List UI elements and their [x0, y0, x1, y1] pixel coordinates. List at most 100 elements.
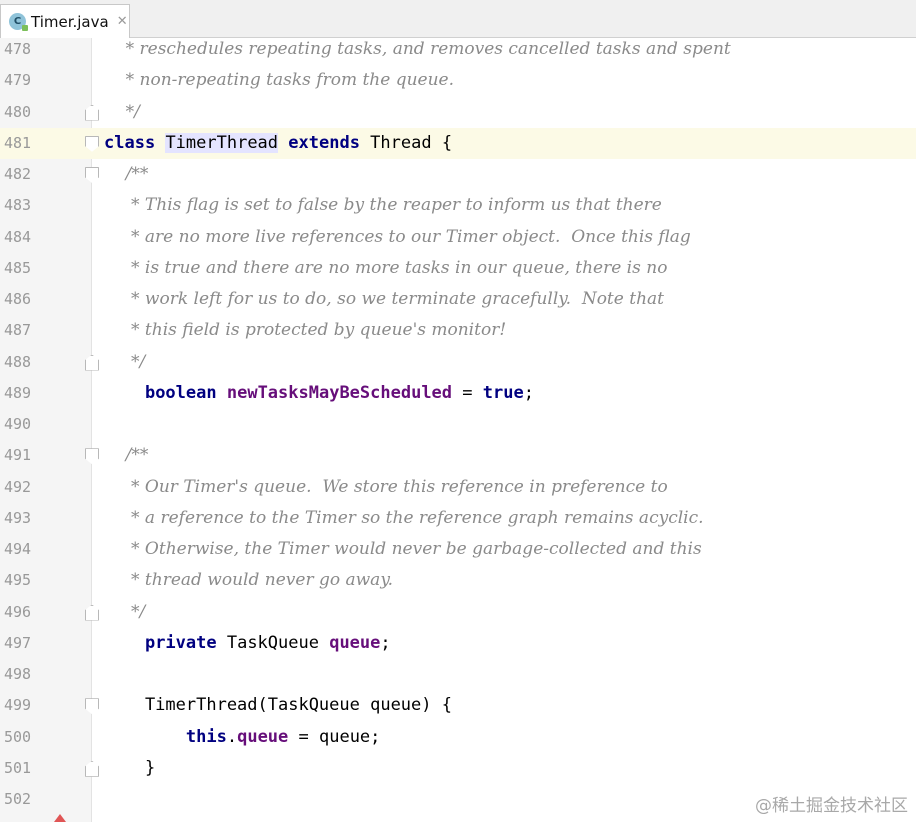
- tab-timer-java[interactable]: C Timer.java ✕: [0, 4, 130, 38]
- keyword: this: [185, 726, 227, 747]
- line-number: 496: [4, 602, 32, 621]
- line-number: 492: [4, 477, 32, 496]
- line-number: 484: [4, 227, 32, 246]
- doc-comment: * this field is protected by queue's mon…: [104, 320, 507, 341]
- keyword: true: [482, 382, 524, 403]
- line-number: 485: [4, 258, 32, 277]
- code-line[interactable]: 493 * a reference to the Timer so the re…: [0, 503, 916, 534]
- line-number: 479: [4, 71, 32, 90]
- code-line[interactable]: 501 }: [0, 753, 916, 784]
- code-line[interactable]: 482 /**: [0, 159, 916, 190]
- code-line[interactable]: 490: [0, 409, 916, 440]
- fold-collapse-icon[interactable]: [85, 698, 99, 715]
- code-text: TimerThread(TaskQueue queue) {: [104, 690, 452, 721]
- line-number: 483: [4, 196, 32, 215]
- code-line[interactable]: 491 /**: [0, 440, 916, 471]
- line-number: 495: [4, 571, 32, 590]
- field-name: queue: [237, 726, 289, 747]
- fold-end-icon[interactable]: [85, 354, 99, 371]
- keyword: class: [104, 132, 156, 153]
- code-text: boolean newTasksMayBeScheduled = true;: [144, 382, 534, 403]
- code-line[interactable]: 494 * Otherwise, the Timer would never b…: [0, 534, 916, 565]
- code-line[interactable]: 485 * is true and there are no more task…: [0, 253, 916, 284]
- doc-comment: * Our Timer's queue. We store this refer…: [104, 476, 668, 497]
- doc-comment: */: [104, 351, 146, 372]
- watermark: @稀土掘金技术社区: [755, 796, 908, 816]
- code-line[interactable]: 500 this.queue = queue;: [0, 722, 916, 753]
- line-number: 502: [4, 790, 32, 808]
- code-line[interactable]: 497 private TaskQueue queue;: [0, 628, 916, 659]
- doc-comment: * This flag is set to false by the reape…: [104, 195, 662, 216]
- doc-comment: * reschedules repeating tasks, and remov…: [104, 39, 731, 59]
- doc-comment: * thread would never go away.: [104, 570, 394, 591]
- code-text: this.queue = queue;: [185, 726, 381, 747]
- doc-comment: * are no more live references to our Tim…: [104, 226, 691, 247]
- line-number: 498: [4, 665, 32, 683]
- field-name: queue: [329, 632, 381, 653]
- code-line[interactable]: 488 */: [0, 347, 916, 378]
- code-line[interactable]: 489 boolean newTasksMayBeScheduled = tru…: [0, 378, 916, 409]
- line-number: 478: [4, 40, 32, 58]
- line-number: 482: [4, 165, 32, 183]
- doc-comment: * is true and there are no more tasks in…: [104, 257, 668, 278]
- code-line[interactable]: 484 * are no more live references to our…: [0, 222, 916, 253]
- field-name: newTasksMayBeScheduled: [226, 382, 453, 403]
- doc-comment: */: [104, 101, 140, 122]
- line-number: 494: [4, 540, 32, 558]
- java-class-icon: C: [9, 13, 28, 31]
- fold-collapse-icon[interactable]: [85, 135, 99, 152]
- code-line[interactable]: 481 class TimerThread extends Thread {: [0, 127, 916, 159]
- line-number: 500: [4, 727, 32, 746]
- doc-comment: * a reference to the Timer so the refere…: [104, 507, 704, 528]
- line-number: 489: [4, 383, 32, 402]
- code-text: TimerThread(TaskQueue queue) {: [104, 695, 452, 716]
- doc-comment: * Otherwise, the Timer would never be ga…: [104, 539, 702, 559]
- tab-label: Timer.java: [31, 12, 109, 31]
- code-line[interactable]: 496 */: [0, 597, 916, 628]
- close-icon[interactable]: ✕: [117, 14, 128, 29]
- code-line[interactable]: 478 * reschedules repeating tasks, and r…: [0, 34, 916, 65]
- code-line[interactable]: 487 * this field is protected by queue's…: [0, 315, 916, 346]
- fold-end-icon[interactable]: [85, 604, 99, 621]
- doc-comment: /**: [104, 445, 149, 466]
- code-text: private TaskQueue queue;: [144, 632, 391, 653]
- code-line[interactable]: 483 * This flag is set to false by the r…: [0, 190, 916, 221]
- code-line[interactable]: 480 */: [0, 97, 916, 128]
- keyword: private: [144, 632, 217, 653]
- fold-collapse-icon[interactable]: [85, 448, 99, 465]
- code-line[interactable]: 486 * work left for us to do, so we term…: [0, 284, 916, 315]
- editor-tab-bar: C Timer.java ✕: [0, 0, 916, 38]
- doc-comment: * work left for us to do, so we terminat…: [104, 289, 664, 309]
- line-number: 491: [4, 446, 32, 465]
- code-line[interactable]: 499 TimerThread(TaskQueue queue) {: [0, 690, 916, 721]
- class-name[interactable]: TimerThread: [165, 132, 279, 153]
- code-line[interactable]: 495 * thread would never go away.: [0, 565, 916, 596]
- line-number: 497: [4, 633, 32, 652]
- doc-comment: * non-repeating tasks from the queue.: [104, 70, 455, 91]
- code-text: }: [104, 757, 156, 778]
- line-number: 493: [4, 508, 32, 527]
- doc-comment: */: [104, 601, 146, 622]
- line-number: 487: [4, 321, 32, 340]
- fold-collapse-icon[interactable]: [85, 167, 99, 183]
- line-number: 501: [4, 758, 32, 777]
- fold-end-icon[interactable]: [85, 104, 99, 121]
- code-line[interactable]: 492 * Our Timer's queue. We store this r…: [0, 472, 916, 503]
- code-text: class TimerThread extends Thread {: [104, 128, 452, 159]
- fold-end-icon[interactable]: [85, 760, 99, 777]
- line-number: 499: [4, 696, 32, 715]
- keyword: extends: [288, 132, 360, 153]
- code-text: Thread {: [359, 132, 453, 153]
- keyword: boolean: [144, 382, 217, 403]
- line-number: 488: [4, 352, 32, 371]
- line-number: 486: [4, 290, 32, 308]
- line-number: 490: [4, 415, 32, 433]
- code-line[interactable]: 479 * non-repeating tasks from the queue…: [0, 65, 916, 96]
- doc-comment: /**: [104, 164, 149, 184]
- line-number: 481: [4, 133, 32, 152]
- line-number: 480: [4, 102, 32, 121]
- code-text: }: [104, 753, 155, 784]
- code-line[interactable]: 498: [0, 659, 916, 690]
- code-editor[interactable]: 478 * reschedules repeating tasks, and r…: [0, 34, 916, 815]
- error-marker-icon: [54, 814, 66, 822]
